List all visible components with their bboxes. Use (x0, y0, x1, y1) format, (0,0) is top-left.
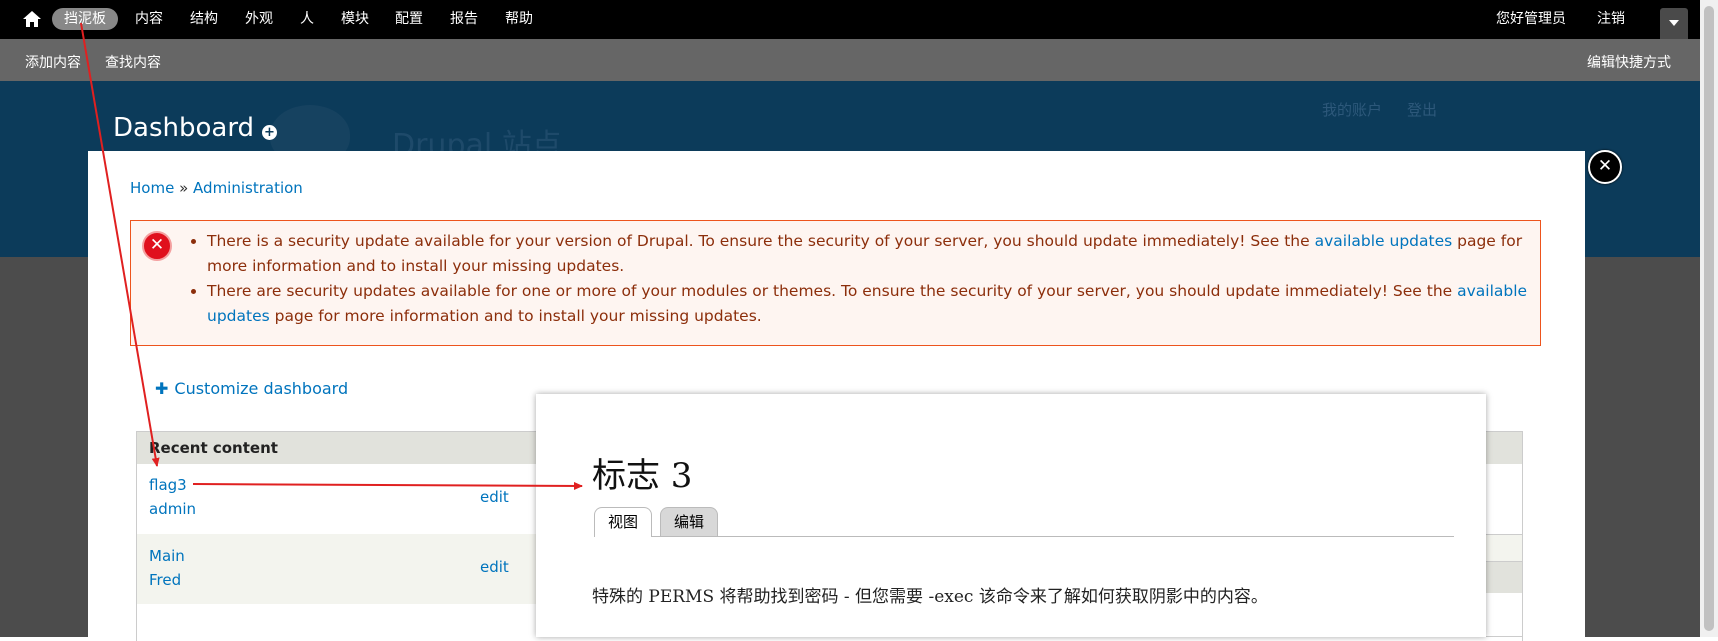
error-icon: ✕ (142, 231, 172, 261)
greeting-link[interactable]: 您好管理员 (1496, 10, 1566, 28)
add-shortcut-icon[interactable]: + (262, 125, 277, 140)
my-account-link[interactable]: 我的账户 (1322, 99, 1382, 120)
shortcut-add-content[interactable]: 添加内容 (25, 52, 81, 72)
toolbar-item-content[interactable]: 内容 (135, 10, 163, 28)
customize-dashboard-link[interactable]: ✚ Customize dashboard (155, 379, 348, 398)
home-icon[interactable] (22, 10, 42, 28)
edit-shortcuts-link[interactable]: 编辑快捷方式 (1587, 52, 1671, 72)
breadcrumb-separator: » (179, 179, 189, 197)
tab-view[interactable]: 视图 (594, 507, 653, 537)
edit-link[interactable]: edit (480, 558, 509, 576)
close-icon[interactable]: ✕ (1588, 150, 1622, 184)
page-scrollbar[interactable] (1700, 0, 1718, 637)
toolbar-item-modules[interactable]: 模块 (341, 10, 369, 28)
breadcrumb-home[interactable]: Home (130, 179, 174, 197)
page-title: Dashboard (113, 113, 255, 143)
header-logout-link[interactable]: 登出 (1407, 99, 1437, 120)
tab-edit[interactable]: 编辑 (660, 507, 719, 536)
content-title-link[interactable]: Main (149, 547, 185, 565)
node-tabs: 视图 编辑 (594, 507, 1454, 537)
plus-icon: ✚ (155, 379, 169, 398)
shortcut-find-content[interactable]: 查找内容 (105, 52, 161, 72)
toolbar-logout-link[interactable]: 注销 (1597, 10, 1625, 28)
toolbar-item-people[interactable]: 人 (300, 10, 314, 28)
admin-toolbar: 挡泥板 内容 结构 外观 人 模块 配置 报告 帮助 您好管理员 注销 (0, 0, 1718, 39)
toolbar-item-dashboard[interactable]: 挡泥板 (52, 8, 118, 30)
error-message-item: There is a security update available for… (207, 229, 1537, 279)
toolbar-item-config[interactable]: 配置 (395, 10, 423, 28)
toolbar-item-reports[interactable]: 报告 (450, 10, 478, 28)
block-title: Recent content (149, 439, 278, 457)
error-messages: ✕ There is a security update available f… (130, 220, 1541, 346)
shortcuts-bar: 添加内容 查找内容 编辑快捷方式 (0, 39, 1718, 81)
toolbar-toggle-button[interactable] (1660, 8, 1688, 39)
available-updates-link[interactable]: available updates (1315, 232, 1453, 250)
toolbar-item-appearance[interactable]: 外观 (245, 10, 273, 28)
toolbar-item-structure[interactable]: 结构 (190, 10, 218, 28)
content-author-link[interactable]: Fred (149, 571, 181, 589)
toolbar-item-help[interactable]: 帮助 (505, 10, 533, 28)
error-message-item: There are security updates available for… (207, 279, 1537, 329)
breadcrumb: Home » Administration (130, 179, 303, 197)
chevron-down-icon (1669, 20, 1679, 26)
node-body: 特殊的 PERMS 将帮助找到密码 - 但您需要 -exec 该命令来了解如何获… (592, 587, 1268, 607)
node-title: 标志 3 (592, 456, 693, 496)
content-title-link[interactable]: flag3 (149, 476, 187, 494)
edit-link[interactable]: edit (480, 488, 509, 506)
content-author-link[interactable]: admin (149, 500, 196, 518)
node-preview-panel: 标志 3 视图 编辑 特殊的 PERMS 将帮助找到密码 - 但您需要 -exe… (536, 394, 1486, 637)
breadcrumb-administration[interactable]: Administration (193, 179, 303, 197)
